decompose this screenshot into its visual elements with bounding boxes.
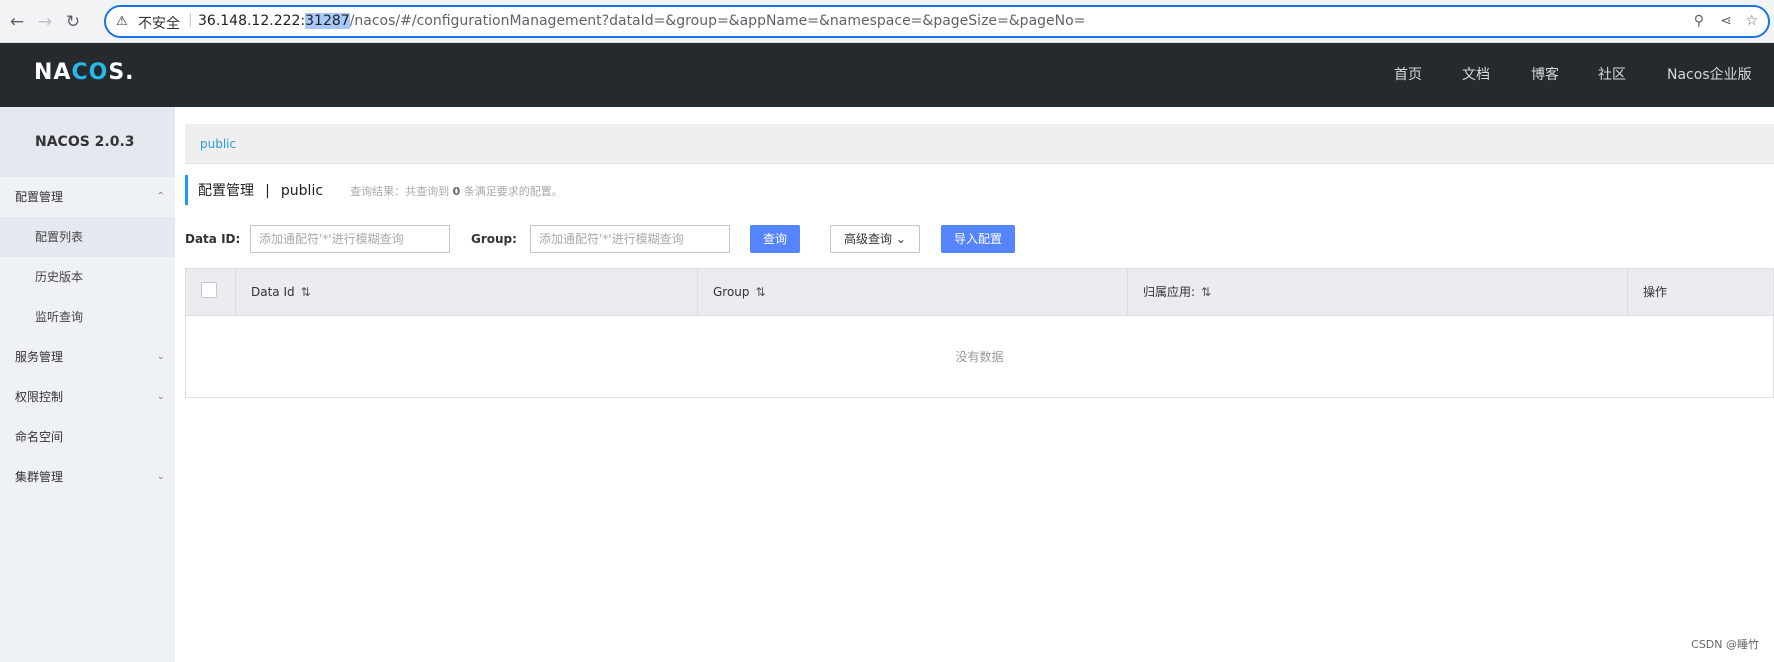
select-all-cell <box>186 269 236 316</box>
nacos-logo[interactable]: NACOS. <box>34 60 135 85</box>
csdn-watermark: CSDN @睡竹 <box>1691 638 1759 651</box>
result-count: 0 <box>452 185 461 198</box>
sidebar-group-cluster[interactable]: 集群管理 ⌄ <box>0 457 175 497</box>
page-title: 配置管理 | public 查询结果：共查询到 0 条满足要求的配置。 <box>185 175 563 205</box>
nav-docs[interactable]: 文档 <box>1462 64 1490 84</box>
nav-home[interactable]: 首页 <box>1394 64 1422 84</box>
table-header: Data Id ⇅ Group ⇅ 归属应用: ⇅ 操作 <box>186 269 1773 316</box>
chevron-down-icon: ⌄ <box>156 351 165 362</box>
address-separator: | <box>188 12 193 28</box>
sidebar: NACOS 2.0.3 配置管理 ⌃ 配置列表 历史版本 监听查询 服务管理 ⌄… <box>0 107 175 662</box>
column-data-id[interactable]: Data Id ⇅ <box>236 269 698 316</box>
sidebar-group-config[interactable]: 配置管理 ⌃ <box>0 177 175 217</box>
forward-arrow-icon[interactable]: → <box>34 11 56 33</box>
url-host: 36.148.12.222: <box>198 13 306 29</box>
sidebar-item-config-list[interactable]: 配置列表 <box>0 217 175 257</box>
nav-community[interactable]: 社区 <box>1598 64 1626 84</box>
reload-icon[interactable]: ↻ <box>62 11 84 33</box>
title-separator: | <box>265 183 270 199</box>
group-input[interactable] <box>530 225 730 253</box>
nav-enterprise[interactable]: Nacos企业版 <box>1667 64 1752 84</box>
url-port: 31287 <box>305 13 350 29</box>
column-actions: 操作 <box>1643 285 1668 299</box>
dataid-label: Data ID: <box>185 232 241 246</box>
import-config-button[interactable]: 导入配置 <box>941 225 1015 253</box>
chevron-down-icon: ⌄ <box>895 232 906 246</box>
dataid-input[interactable] <box>250 225 450 253</box>
sidebar-item-listener[interactable]: 监听查询 <box>0 297 175 337</box>
select-all-checkbox[interactable] <box>201 282 217 298</box>
empty-state: 没有数据 <box>955 350 1004 364</box>
page-title-text: 配置管理 <box>198 183 254 199</box>
sort-icon[interactable]: ⇅ <box>301 285 311 299</box>
query-result-summary: 查询结果：共查询到 0 条满足要求的配置。 <box>350 185 563 198</box>
warning-icon: ⚠ <box>116 14 128 29</box>
sort-icon[interactable]: ⇅ <box>1201 285 1211 299</box>
top-header: NACOS. 首页 文档 博客 社区 Nacos企业版 <box>0 43 1774 107</box>
page-title-namespace: public <box>280 183 324 199</box>
browser-toolbar: ← → ↻ ⚠ 不安全 | 36.148.12.222:31287/nacos/… <box>0 0 1774 43</box>
chevron-up-icon: ⌃ <box>156 191 165 202</box>
chevron-down-icon: ⌄ <box>156 391 165 402</box>
sidebar-group-service[interactable]: 服务管理 ⌄ <box>0 337 175 377</box>
query-button[interactable]: 查询 <box>750 225 800 253</box>
key-icon[interactable]: ⚲ <box>1694 13 1704 29</box>
sidebar-item-namespace[interactable]: 命名空间 <box>0 417 175 457</box>
share-icon[interactable]: ⋖ <box>1720 13 1732 29</box>
address-bar[interactable]: ⚠ 不安全 | 36.148.12.222:31287/nacos/#/conf… <box>104 5 1770 38</box>
sidebar-group-auth[interactable]: 权限控制 ⌄ <box>0 377 175 417</box>
group-label: Group: <box>471 232 517 246</box>
main-content: public 配置管理 | public 查询结果：共查询到 0 条满足要求的配… <box>175 107 1774 662</box>
url-text[interactable]: 36.148.12.222:31287/nacos/#/configuratio… <box>198 13 1085 29</box>
advanced-query-button[interactable]: 高级查询 ⌄ <box>830 225 920 253</box>
star-icon[interactable]: ☆ <box>1745 13 1758 29</box>
version-label: NACOS 2.0.3 <box>0 107 175 177</box>
column-group[interactable]: Group ⇅ <box>698 269 1128 316</box>
back-arrow-icon[interactable]: ← <box>6 11 28 33</box>
sidebar-item-history[interactable]: 历史版本 <box>0 257 175 297</box>
column-app[interactable]: 归属应用: ⇅ <box>1128 269 1628 316</box>
chevron-down-icon: ⌄ <box>156 471 165 482</box>
url-path: /nacos/#/configurationManagement?dataId=… <box>349 13 1086 29</box>
config-table: Data Id ⇅ Group ⇅ 归属应用: ⇅ 操作 没有数据 <box>185 268 1774 398</box>
security-label: 不安全 <box>138 16 180 32</box>
namespace-breadcrumb: public <box>185 124 1774 164</box>
namespace-link-public[interactable]: public <box>200 137 236 151</box>
nav-blog[interactable]: 博客 <box>1531 64 1559 84</box>
sort-icon[interactable]: ⇅ <box>756 285 766 299</box>
